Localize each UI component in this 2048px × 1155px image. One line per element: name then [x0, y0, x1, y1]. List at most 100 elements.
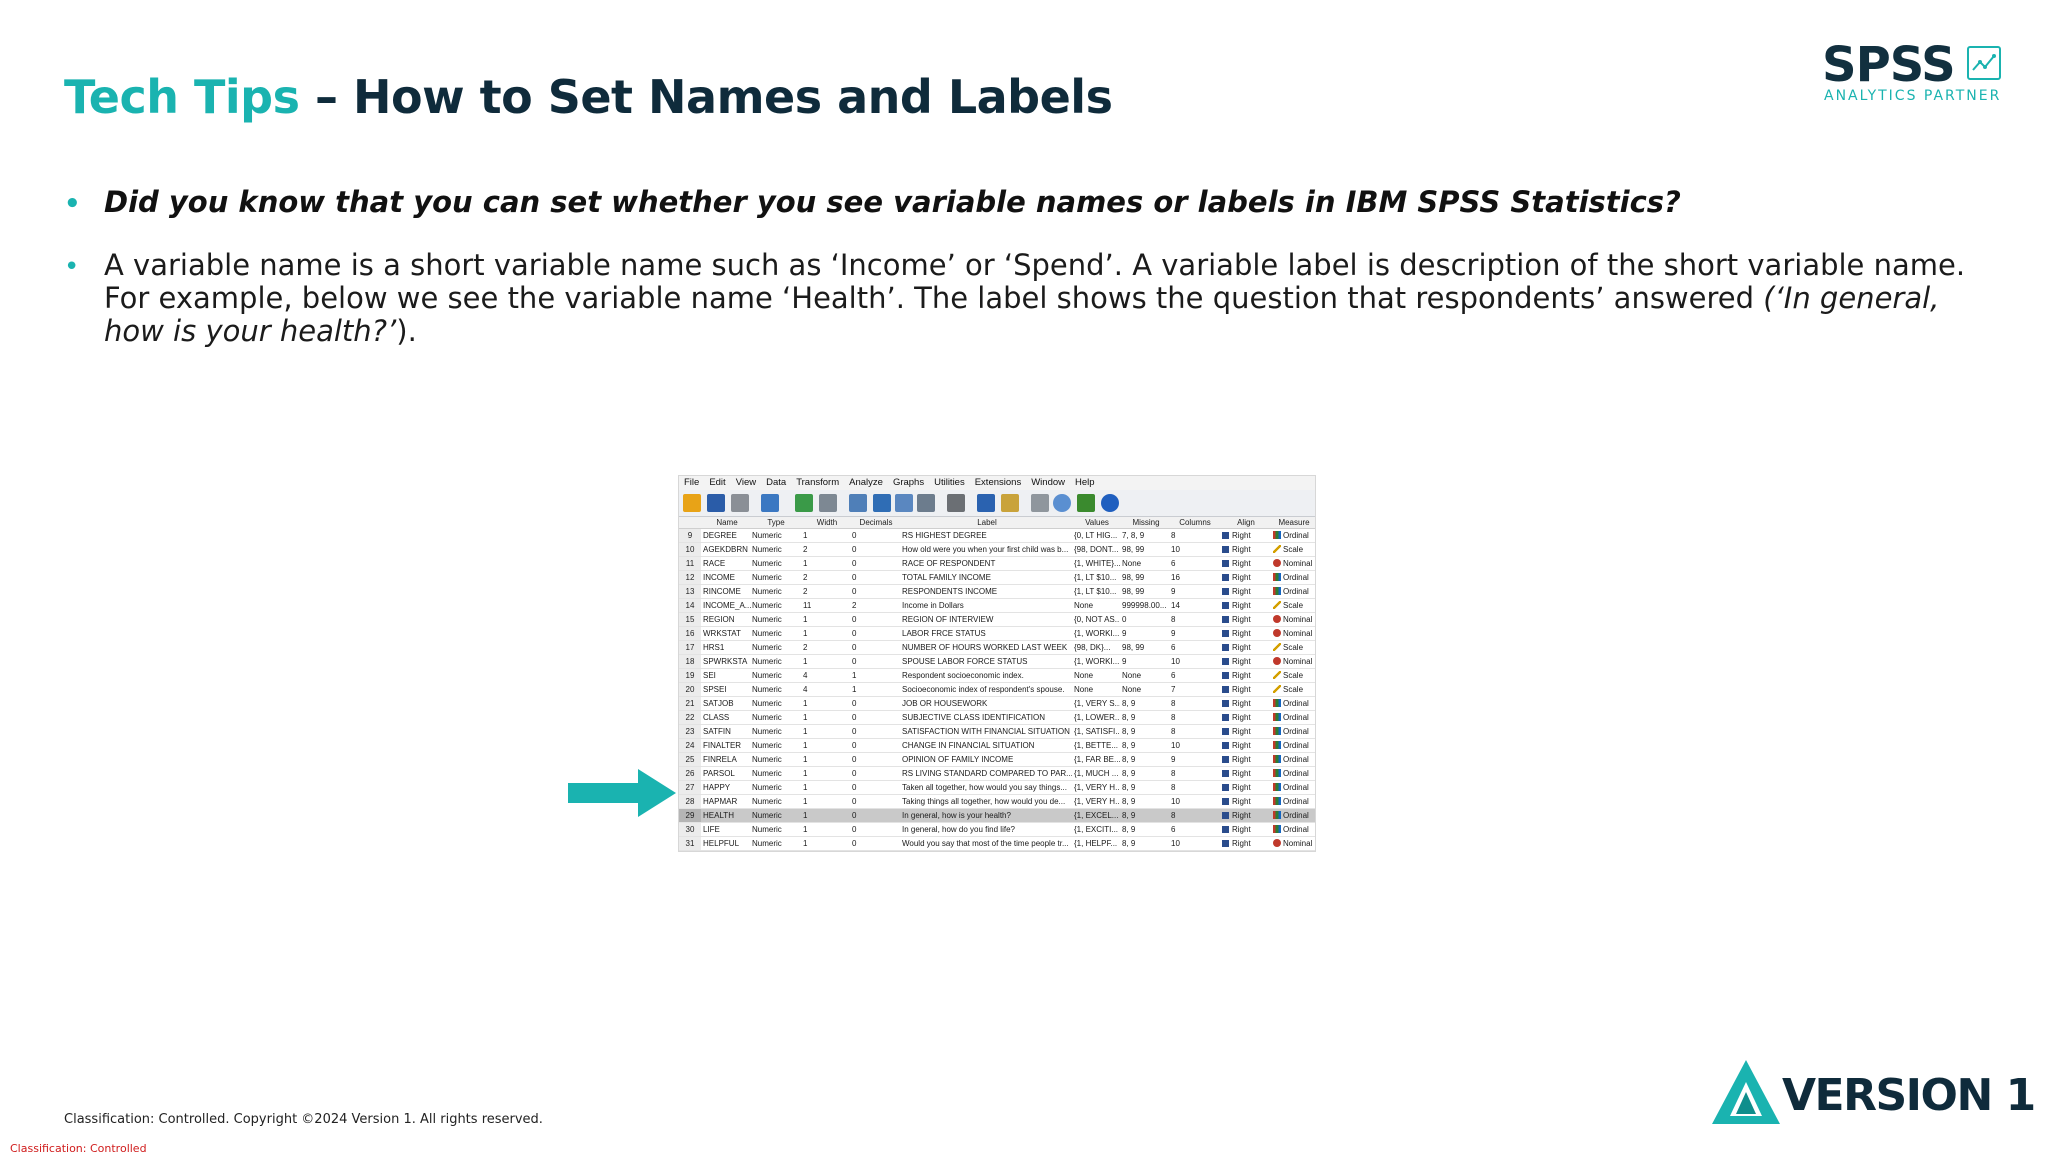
var-columns-cell[interactable]: 8	[1171, 809, 1219, 822]
var-label-cell[interactable]: SUBJECTIVE CLASS IDENTIFICATION	[902, 711, 1072, 724]
var-type-cell[interactable]: Numeric	[752, 557, 800, 570]
menu-transform[interactable]: Transform	[791, 476, 844, 490]
var-columns-cell[interactable]: 6	[1171, 641, 1219, 654]
variable-row[interactable]: 28 HAPMAR Numeric 1 0 Taking things all toget…	[679, 795, 1315, 809]
row-number-cell[interactable]: 30	[679, 823, 701, 836]
var-label-cell[interactable]: RS LIVING STANDARD COMPARED TO PAR...	[902, 767, 1072, 780]
var-decimals-cell[interactable]: 1	[852, 683, 900, 696]
var-align-cell[interactable]: Right	[1222, 571, 1270, 584]
var-missing-cell[interactable]: 7, 8, 9	[1122, 529, 1170, 542]
save-icon[interactable]	[707, 494, 725, 512]
var-missing-cell[interactable]: 8, 9	[1122, 781, 1170, 794]
var-label-cell[interactable]: Taking things all together, how would yo…	[902, 795, 1072, 808]
var-type-cell[interactable]: Numeric	[752, 851, 800, 852]
row-number-cell[interactable]: 13	[679, 585, 701, 598]
var-width-cell[interactable]: 1	[803, 627, 851, 640]
variable-row[interactable]: 15 REGION Numeric 1 0 REGION OF INTERVIEW {0, …	[679, 613, 1315, 627]
var-label-cell[interactable]: SPOUSE LABOR FORCE STATUS	[902, 655, 1072, 668]
var-type-cell[interactable]: Numeric	[752, 823, 800, 836]
variable-row[interactable]: 16 WRKSTAT Numeric 1 0 LABOR FRCE STATUS {1, W…	[679, 627, 1315, 641]
var-values-cell[interactable]: {1, EXCEL...	[1074, 809, 1120, 822]
var-align-cell[interactable]: Right	[1222, 655, 1270, 668]
var-measure-cell[interactable]: Nominal	[1273, 655, 1315, 668]
var-align-cell[interactable]: Right	[1222, 781, 1270, 794]
var-width-cell[interactable]: 1	[803, 767, 851, 780]
var-measure-cell[interactable]: Ordinal	[1273, 823, 1315, 836]
var-missing-cell[interactable]: 999998.00...	[1122, 599, 1170, 612]
variable-row[interactable]: 13 RINCOME Numeric 2 0 RESPONDENTS INCOME {1, …	[679, 585, 1315, 599]
row-number-cell[interactable]: 28	[679, 795, 701, 808]
var-type-cell[interactable]: Numeric	[752, 669, 800, 682]
var-width-cell[interactable]: 1	[803, 557, 851, 570]
var-missing-cell[interactable]: None	[1122, 669, 1170, 682]
var-label-cell[interactable]: LABOR FRCE STATUS	[902, 627, 1072, 640]
var-values-cell[interactable]: {1, WHITE}...	[1074, 557, 1120, 570]
variable-row[interactable]: 18 SPWRKSTA Numeric 1 0 SPOUSE LABOR FORCE ST…	[679, 655, 1315, 669]
row-number-cell[interactable]: 32	[679, 851, 701, 852]
column-header-decimals[interactable]: Decimals	[852, 517, 900, 528]
var-width-cell[interactable]: 1	[803, 809, 851, 822]
var-measure-cell[interactable]: Scale	[1273, 641, 1315, 654]
var-label-cell[interactable]: RS HIGHEST DEGREE	[902, 529, 1072, 542]
var-decimals-cell[interactable]: 0	[852, 627, 900, 640]
var-decimals-cell[interactable]: 0	[852, 641, 900, 654]
var-values-cell[interactable]: {1, VERY H...	[1074, 781, 1120, 794]
column-header-align[interactable]: Align	[1222, 517, 1270, 528]
var-measure-cell[interactable]: Scale	[1273, 669, 1315, 682]
var-missing-cell[interactable]: 8, 9	[1122, 753, 1170, 766]
var-label-cell[interactable]: Would you say that most of the time peop…	[902, 837, 1072, 850]
var-missing-cell[interactable]: 8, 9	[1122, 725, 1170, 738]
var-measure-cell[interactable]: Nominal	[1273, 557, 1315, 570]
var-values-cell[interactable]: None	[1074, 599, 1120, 612]
var-values-cell[interactable]: {0, LT HIG...	[1074, 529, 1120, 542]
var-values-cell[interactable]: {1, VERY S...	[1074, 697, 1120, 710]
dialog-recall-icon[interactable]	[761, 494, 779, 512]
var-type-cell[interactable]: Numeric	[752, 809, 800, 822]
var-name-cell[interactable]: SPWRKSTA	[703, 655, 751, 668]
menu-file[interactable]: File	[679, 476, 704, 490]
var-name-cell[interactable]: HAPPY	[703, 781, 751, 794]
var-label-cell[interactable]: RACE OF RESPONDENT	[902, 557, 1072, 570]
var-missing-cell[interactable]: 8, 9	[1122, 739, 1170, 752]
var-measure-cell[interactable]: Scale	[1273, 543, 1315, 556]
var-missing-cell[interactable]: 8, 9	[1122, 767, 1170, 780]
var-label-cell[interactable]: OPINION OF FAMILY INCOME	[902, 753, 1072, 766]
var-type-cell[interactable]: Numeric	[752, 613, 800, 626]
var-measure-cell[interactable]: Nominal	[1273, 613, 1315, 626]
row-number-cell[interactable]: 14	[679, 599, 701, 612]
var-measure-cell[interactable]: Ordinal	[1273, 585, 1315, 598]
variable-row[interactable]: 9 DEGREE Numeric 1 0 RS HIGHEST DEGREE {0, LT …	[679, 529, 1315, 543]
menu-utilities[interactable]: Utilities	[929, 476, 970, 490]
var-measure-cell[interactable]: Ordinal	[1273, 767, 1315, 780]
var-name-cell[interactable]: ADVANTAGE	[703, 851, 751, 852]
var-type-cell[interactable]: Numeric	[752, 711, 800, 724]
var-values-cell[interactable]: None	[1074, 683, 1120, 696]
var-type-cell[interactable]: Numeric	[752, 543, 800, 556]
variable-row[interactable]: 29 HEALTH Numeric 1 0 In general, how is your…	[679, 809, 1315, 823]
row-number-cell[interactable]: 23	[679, 725, 701, 738]
split-file-icon[interactable]	[1031, 494, 1049, 512]
var-label-cell[interactable]: In general, how do you find life?	[902, 823, 1072, 836]
var-align-cell[interactable]: Right	[1222, 823, 1270, 836]
variable-row[interactable]: 23 SATFIN Numeric 1 0 SATISFACTION WITH FINAN…	[679, 725, 1315, 739]
var-width-cell[interactable]: 2	[803, 641, 851, 654]
var-columns-cell[interactable]: 6	[1171, 823, 1219, 836]
var-name-cell[interactable]: SATJOB	[703, 697, 751, 710]
var-values-cell[interactable]: {1, HELPF...	[1074, 837, 1120, 850]
var-decimals-cell[interactable]: 0	[852, 557, 900, 570]
var-columns-cell[interactable]: 6	[1171, 557, 1219, 570]
var-values-cell[interactable]: {1, LT $10...	[1074, 571, 1120, 584]
var-align-cell[interactable]: Right	[1222, 725, 1270, 738]
variable-row[interactable]: 24 FINALTER Numeric 1 0 CHANGE IN FINANCIAL S…	[679, 739, 1315, 753]
var-measure-cell[interactable]: Ordinal	[1273, 753, 1315, 766]
var-decimals-cell[interactable]: 0	[852, 837, 900, 850]
row-number-cell[interactable]: 11	[679, 557, 701, 570]
row-number-cell[interactable]: 19	[679, 669, 701, 682]
weight-cases-icon[interactable]	[1053, 494, 1071, 512]
var-width-cell[interactable]: 1	[803, 781, 851, 794]
var-name-cell[interactable]: SPSEI	[703, 683, 751, 696]
var-columns-cell[interactable]: 9	[1171, 627, 1219, 640]
var-decimals-cell[interactable]: 0	[852, 529, 900, 542]
var-type-cell[interactable]: Numeric	[752, 627, 800, 640]
var-decimals-cell[interactable]: 0	[852, 809, 900, 822]
